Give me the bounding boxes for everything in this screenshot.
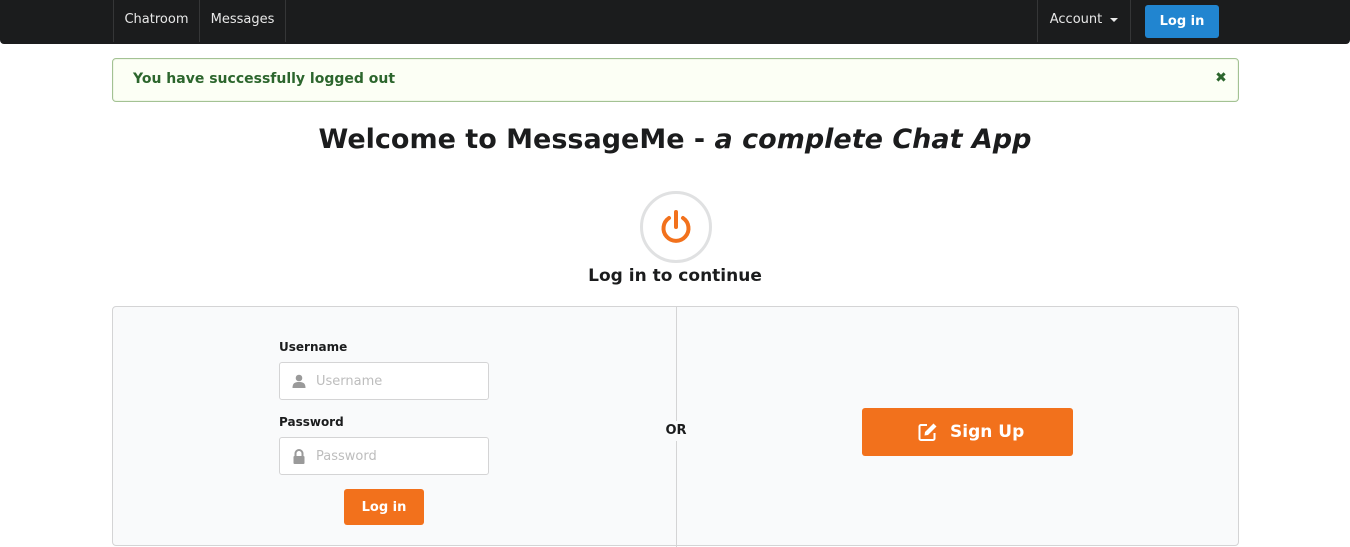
signup-button[interactable]: Sign Up [862,408,1073,456]
account-dropdown[interactable]: Account [1037,0,1131,42]
chevron-down-icon [1110,17,1119,22]
page-title-emphasis: a complete Chat App [714,124,1032,155]
signup-label: Sign Up [950,422,1025,442]
username-label: Username [279,340,348,354]
user-icon [292,374,306,388]
page-title-main: Welcome to MessageMe - [318,124,715,155]
password-input[interactable] [316,438,482,474]
nav-messages[interactable]: Messages [200,0,286,42]
or-divider-label: OR [653,421,699,441]
power-icon [640,191,712,263]
account-label: Account [1049,12,1103,27]
password-field-wrapper [279,437,489,475]
login-segment: Username Password Log in OR Sign Up [112,306,1239,547]
username-input[interactable] [316,363,482,399]
lock-icon [293,449,305,464]
close-icon[interactable]: ✖ [1214,70,1228,86]
login-subheading: Log in to continue [588,266,762,286]
password-label: Password [279,415,344,429]
nav-chatroom[interactable]: Chatroom [113,0,200,42]
nav-login-button[interactable]: Log in [1145,5,1219,38]
success-message-text: You have successfully logged out [133,71,396,87]
login-button[interactable]: Log in [344,489,424,525]
success-message: You have successfully logged out ✖ [112,58,1239,102]
edit-icon [918,423,937,441]
top-navbar: Chatroom Messages Account Log in [0,0,1350,44]
page-title: Welcome to MessageMe - a complete Chat A… [0,124,1350,155]
username-field-wrapper [279,362,489,400]
